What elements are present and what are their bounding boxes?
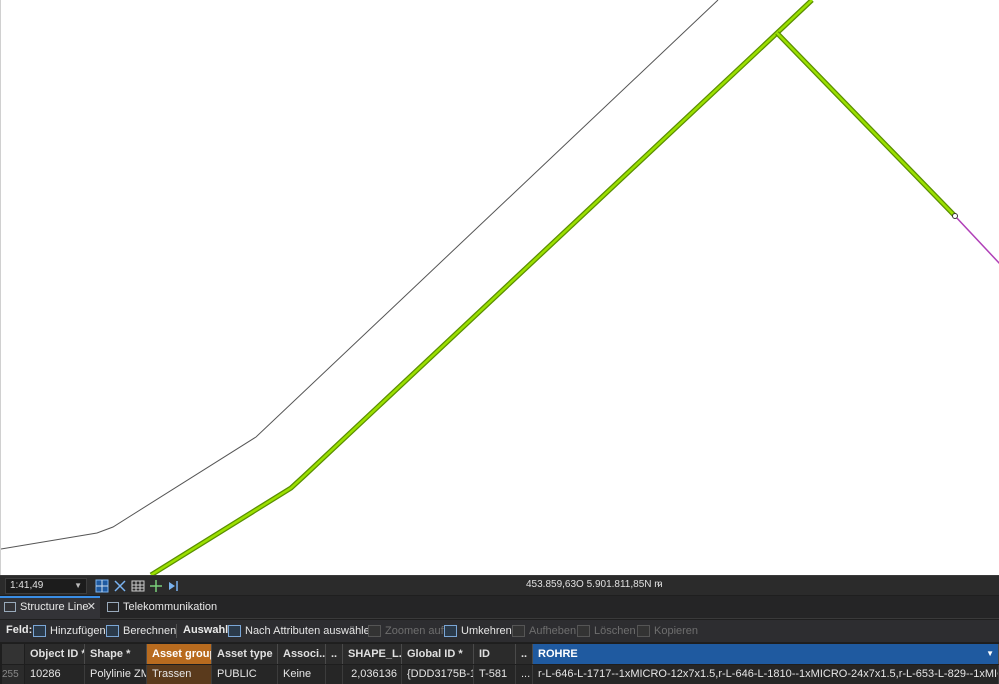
calculate-icon (106, 625, 119, 637)
zoom-to-label: Zoomen auf (385, 625, 444, 637)
chevron-down-icon[interactable]: ▼ (986, 644, 994, 664)
add-field-label: Hinzufügen (50, 625, 106, 637)
cell-object-id[interactable]: 10286 (25, 665, 85, 684)
cell-shape-length[interactable]: 2,036136 (343, 665, 402, 684)
chevron-down-icon[interactable]: ▼ (74, 579, 82, 593)
clear-selection-icon (512, 625, 525, 637)
column-header-rohre[interactable]: ROHRE ▼ (533, 644, 999, 664)
cell-collapsed[interactable] (326, 665, 343, 684)
vertex-point[interactable] (952, 213, 958, 219)
zoom-to-button[interactable]: Zoomen auf (368, 623, 444, 639)
pause-drawing-icon[interactable] (167, 579, 181, 593)
delete-label: Löschen (594, 625, 636, 637)
scale-selector[interactable]: 1:41,49 ▼ (5, 578, 87, 594)
table-grid-icon[interactable] (131, 579, 145, 593)
calculate-field-button[interactable]: Berechnen (106, 623, 176, 639)
select-by-attributes-label: Nach Attributen auswählen (245, 625, 376, 637)
column-header-shape[interactable]: Shape * (85, 644, 147, 664)
calculate-label: Berechnen (123, 625, 177, 637)
selection-label: Auswahl: (183, 624, 232, 636)
column-header-collapsed[interactable]: .. (326, 644, 343, 664)
selected-line-outline[interactable] (149, 0, 814, 575)
tab-telekommunikation-line[interactable]: Telekommunikation Line (103, 596, 238, 636)
add-field-button[interactable]: Hinzufügen (33, 623, 106, 639)
column-header-collapsed-2[interactable]: .. (516, 644, 533, 664)
delete-icon (577, 625, 590, 637)
coordinates-readout: 453.859,63O 5.901.811,85N m (526, 579, 663, 590)
cell-asset-type[interactable]: PUBLIC (212, 665, 278, 684)
row-number[interactable]: 255 (2, 665, 24, 684)
field-label: Feld: (6, 624, 33, 636)
column-header-id[interactable]: ID (474, 644, 516, 664)
column-header-association[interactable]: Associ... (278, 644, 326, 664)
table-toolbar: Feld: Hinzufügen Berechnen Auswahl: Nach… (0, 620, 999, 642)
zoom-to-icon (368, 625, 381, 637)
cell-collapsed-2[interactable]: ... (516, 665, 533, 684)
map-canvas[interactable] (1, 0, 999, 575)
crosshair-icon[interactable] (149, 579, 163, 593)
chevron-down-icon[interactable]: ⌄ (655, 578, 663, 589)
clear-selection-button[interactable]: Aufheben (512, 623, 576, 639)
select-by-attributes-button[interactable]: Nach Attributen auswählen (228, 623, 376, 639)
close-icon[interactable]: ✕ (87, 598, 96, 617)
switch-selection-icon (444, 625, 457, 637)
cell-shape[interactable]: Polylinie ZM (85, 665, 147, 684)
column-header-shape-length[interactable]: SHAPE_L... (343, 644, 402, 664)
cell-id[interactable]: T-581 (474, 665, 516, 684)
copy-icon (637, 625, 650, 637)
cell-association[interactable]: Keine (278, 665, 326, 684)
tab-structure-line[interactable]: Structure Line ✕ (0, 596, 100, 619)
selected-line-main[interactable] (150, 0, 813, 575)
column-header-global-id[interactable]: Global ID * (402, 644, 474, 664)
table-icon (4, 602, 16, 612)
scale-value: 1:41,49 (10, 580, 44, 591)
snapping-icon[interactable] (113, 579, 127, 593)
column-header-rohre-label: ROHRE (538, 648, 578, 660)
add-field-icon (33, 625, 46, 637)
map-status-bar: 1:41,49 ▼ 453.859,63O 5.901.811,85N m ⌄ (0, 575, 999, 595)
column-header-object-id[interactable]: Object ID * (25, 644, 85, 664)
column-header-asset-type[interactable]: Asset type (212, 644, 278, 664)
grid-snap-icon[interactable] (95, 579, 109, 593)
delete-button[interactable]: Löschen (577, 623, 636, 639)
table-icon (107, 602, 119, 612)
copy-label: Kopieren (654, 625, 699, 637)
selected-branch-main[interactable] (776, 32, 956, 217)
attribute-table-tabs: Structure Line ✕ Telekommunikation Line (0, 596, 999, 636)
select-by-attributes-icon (228, 625, 241, 637)
switch-selection-label: Umkehren (461, 625, 512, 637)
map-view[interactable] (0, 0, 999, 575)
copy-button[interactable]: Kopieren (637, 623, 698, 639)
table-corner[interactable] (2, 644, 24, 664)
tab-label: Structure Line (20, 601, 89, 613)
clear-selection-label: Aufheben (529, 625, 577, 637)
column-header-asset-group[interactable]: Asset group (147, 644, 212, 664)
gray-line-feature[interactable] (1, 0, 719, 550)
cell-global-id[interactable]: {DDD3175B-16 (402, 665, 474, 684)
toolbar-divider (176, 624, 177, 638)
cell-asset-group[interactable]: Trassen (147, 665, 212, 684)
purple-line-feature[interactable] (954, 215, 999, 265)
switch-selection-button[interactable]: Umkehren (444, 623, 512, 639)
attribute-table: Object ID * Shape * Asset group Asset ty… (0, 643, 999, 684)
cell-rohre[interactable]: r-L-646-L-1717--1xMICRO-12x7x1.5,r-L-646… (533, 665, 999, 684)
